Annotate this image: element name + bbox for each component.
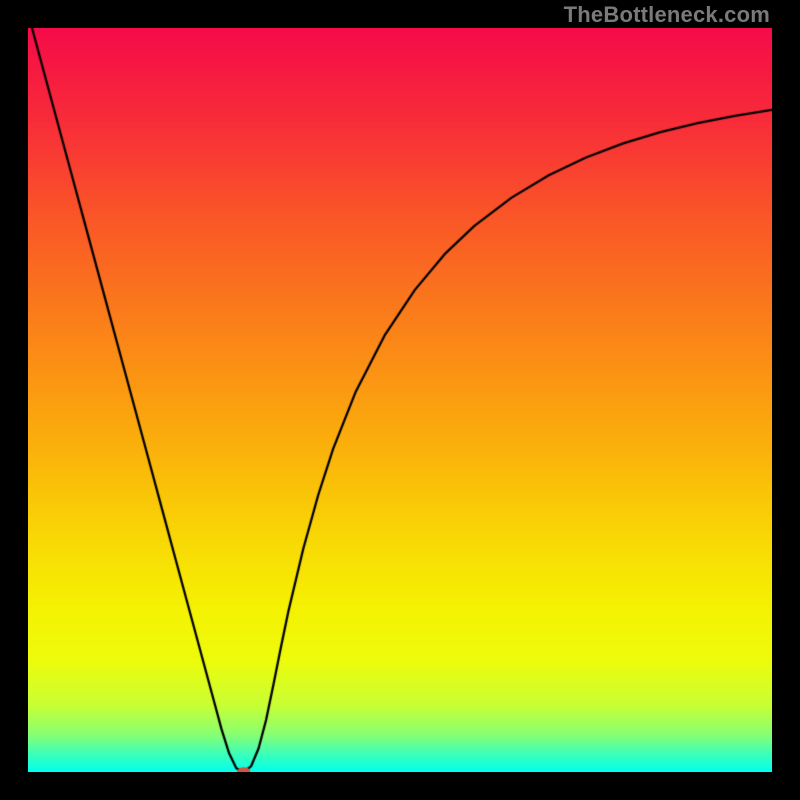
bottleneck-chart <box>28 28 772 772</box>
chart-frame: TheBottleneck.com <box>0 0 800 800</box>
watermark-label: TheBottleneck.com <box>564 2 770 28</box>
